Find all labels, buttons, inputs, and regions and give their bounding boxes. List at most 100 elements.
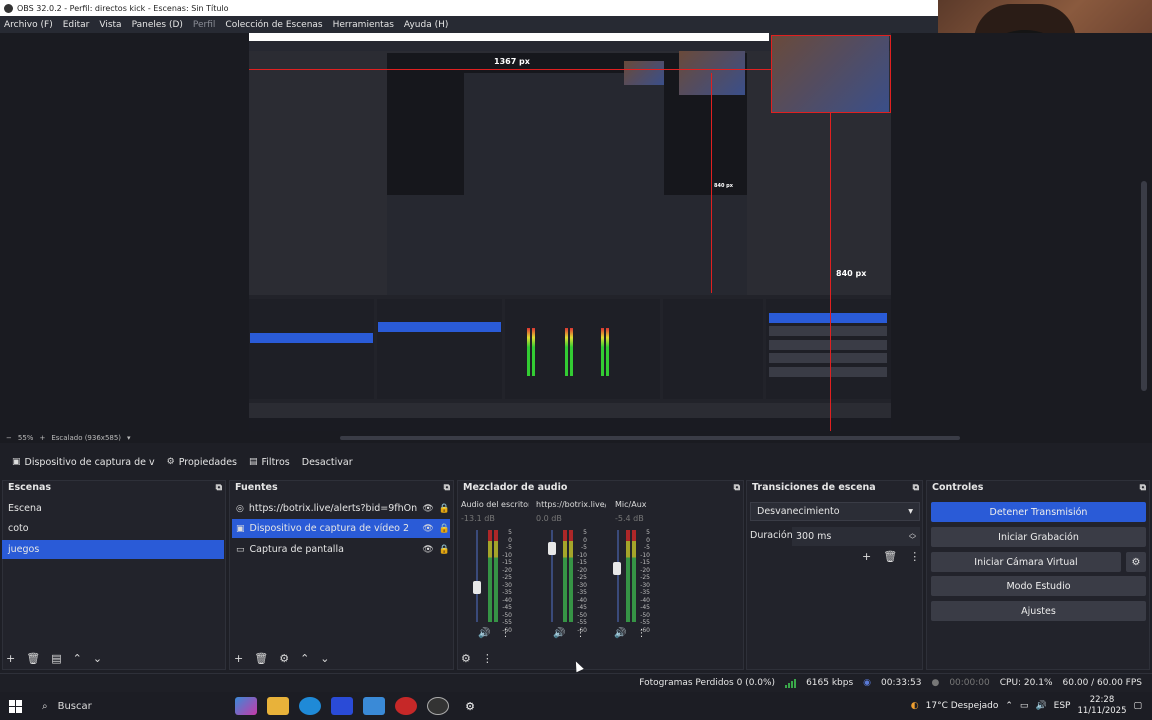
- menu-vista[interactable]: Vista: [99, 20, 121, 30]
- trash-icon[interactable]: 🗑: [883, 550, 897, 563]
- zoom-out-icon[interactable]: −: [6, 434, 12, 442]
- lock-icon[interactable]: 🔒: [439, 504, 450, 514]
- meter-scale: 5 0 -5 -10 -15 -20 -25 -30 -35 -40 -45 -50 -55 -60: [640, 529, 650, 634]
- settings-gear-icon[interactable]: ⚙: [459, 697, 481, 715]
- scene-item[interactable]: coto: [2, 519, 224, 538]
- source-item-selected[interactable]: ▣ Dispositivo de captura de vídeo 2 👁 🔒: [232, 519, 450, 538]
- sources-footer: + 🗑 ⚙ ⌃ ⌄: [234, 649, 330, 667]
- transition-select[interactable]: Desvanecimiento ▾: [750, 502, 920, 521]
- advanced-audio-icon[interactable]: ⚙: [461, 652, 471, 665]
- windows-start-icon[interactable]: [0, 692, 30, 720]
- eye-icon[interactable]: 👁: [422, 524, 433, 534]
- taskbar-search[interactable]: ⌕ Buscar: [30, 692, 230, 720]
- volume-track[interactable]: [617, 530, 619, 622]
- clock[interactable]: 22:28 11/11/2025: [1077, 695, 1126, 717]
- undock-icon[interactable]: ⧉: [1140, 483, 1146, 493]
- network-icon[interactable]: ▭: [1020, 701, 1029, 711]
- add-icon[interactable]: +: [234, 652, 243, 665]
- weather-icon: ◐: [910, 701, 919, 711]
- settings-button[interactable]: Ajustes: [931, 601, 1146, 621]
- move-down-icon[interactable]: ⌄: [320, 652, 329, 665]
- undock-icon[interactable]: ⧉: [913, 483, 919, 493]
- deactivate-button[interactable]: Desactivar: [296, 453, 359, 471]
- scene-item-selected[interactable]: juegos: [2, 540, 224, 559]
- menu-herramientas[interactable]: Herramientas: [333, 20, 394, 30]
- spinner-icon[interactable]: ︿ ﹀: [909, 529, 916, 544]
- move-down-icon[interactable]: ⌄: [93, 652, 102, 665]
- obs-icon[interactable]: [427, 697, 449, 715]
- menu-ayuda[interactable]: Ayuda (H): [404, 20, 448, 30]
- audio-meter: [569, 530, 573, 622]
- store-icon[interactable]: [331, 697, 353, 715]
- mixer-channel-controls: 🔊 ⋮: [478, 628, 510, 639]
- weather-text[interactable]: 17°C Despejado: [926, 701, 999, 711]
- preview-scrollbar-horizontal[interactable]: [340, 436, 960, 440]
- source-item[interactable]: ◎ https://botrix.live/alerts?bid=9fhOnOc…: [232, 499, 450, 518]
- more-icon[interactable]: ⋮: [575, 628, 585, 639]
- menu-paneles[interactable]: Paneles (D): [132, 20, 183, 30]
- copilot-icon[interactable]: [235, 697, 257, 715]
- opera-icon[interactable]: [395, 697, 417, 715]
- volume-slider-knob[interactable]: [548, 541, 556, 555]
- volume-slider-knob[interactable]: [613, 561, 621, 575]
- start-recording-button[interactable]: Iniciar Grabación: [931, 527, 1146, 547]
- start-virtual-camera-button[interactable]: Iniciar Cámara Virtual: [931, 552, 1121, 572]
- eye-icon[interactable]: 👁: [422, 504, 433, 514]
- speaker-icon[interactable]: 🔊: [553, 628, 565, 639]
- speaker-icon[interactable]: 🔊: [614, 628, 626, 639]
- move-up-icon[interactable]: ⌃: [73, 652, 82, 665]
- preview-canvas[interactable]: 1367 px 840 px 840 px: [249, 33, 891, 431]
- folder-icon[interactable]: [267, 697, 289, 715]
- add-icon[interactable]: +: [6, 652, 15, 665]
- more-icon[interactable]: ⋮: [500, 628, 510, 639]
- mixer-channel-name: Mic/Aux: [615, 500, 647, 509]
- preview-area[interactable]: 1367 px 840 px 840 px: [0, 33, 1152, 433]
- window-titlebar: OBS 32.0.2 - Perfil: directos kick - Esc…: [0, 0, 938, 16]
- properties-button[interactable]: ⚙ Propiedades: [161, 453, 243, 471]
- trash-icon[interactable]: 🗑: [26, 652, 40, 665]
- source-item[interactable]: ▭ Captura de pantalla 👁 🔒: [232, 540, 450, 559]
- language-indicator[interactable]: ESP: [1054, 701, 1071, 711]
- app-icon[interactable]: [363, 697, 385, 715]
- stop-stream-button[interactable]: Detener Transmisión: [931, 502, 1146, 522]
- undock-icon[interactable]: ⧉: [444, 483, 450, 493]
- volume-track[interactable]: [476, 530, 478, 622]
- menu-coleccion-escenas[interactable]: Colección de Escenas: [225, 20, 322, 30]
- undock-icon[interactable]: ⧉: [734, 483, 740, 493]
- mixer-channel-controls: 🔊 ⋮: [553, 628, 585, 639]
- more-icon[interactable]: ⋮: [482, 652, 493, 665]
- more-icon[interactable]: ⋮: [909, 550, 920, 563]
- move-up-icon[interactable]: ⌃: [300, 652, 309, 665]
- volume-icon[interactable]: 🔊: [1035, 701, 1046, 711]
- menu-editar[interactable]: Editar: [63, 20, 90, 30]
- volume-slider-knob[interactable]: [473, 581, 481, 595]
- preview-scrollbar-vertical[interactable]: [1141, 181, 1147, 391]
- selected-source: ▣ Dispositivo de captura de v: [6, 453, 161, 471]
- lock-icon[interactable]: 🔒: [439, 545, 450, 555]
- scene-item[interactable]: Escena: [2, 499, 224, 518]
- trash-icon[interactable]: 🗑: [254, 652, 268, 665]
- mixer-channel-db: -5.4 dB: [615, 514, 644, 523]
- filters-button[interactable]: ▤ Filtros: [243, 453, 296, 471]
- nested-thumbnail: [679, 51, 745, 95]
- menu-archivo[interactable]: Archivo (F): [4, 20, 53, 30]
- add-icon[interactable]: +: [862, 550, 871, 563]
- lock-icon[interactable]: 🔒: [439, 524, 450, 534]
- speaker-icon[interactable]: 🔊: [478, 628, 490, 639]
- menu-bar: Archivo (F) Editar Vista Paneles (D) Per…: [0, 16, 938, 33]
- menu-perfil[interactable]: Perfil: [193, 20, 216, 30]
- zoom-level[interactable]: 55%: [18, 434, 34, 442]
- gear-icon[interactable]: ⚙: [279, 652, 289, 665]
- eye-icon[interactable]: 👁: [422, 545, 433, 555]
- zoom-in-icon[interactable]: +: [39, 434, 45, 442]
- scale-dropdown-icon[interactable]: ▾: [127, 434, 131, 442]
- edge-icon[interactable]: [299, 697, 321, 715]
- studio-mode-button[interactable]: Modo Estudio: [931, 576, 1146, 596]
- notifications-icon[interactable]: ▢: [1133, 701, 1142, 711]
- more-icon[interactable]: ⋮: [636, 628, 646, 639]
- undock-icon[interactable]: ⧉: [216, 483, 222, 493]
- chevron-up-icon[interactable]: ⌃: [1005, 701, 1013, 711]
- filter-icon[interactable]: ▤: [51, 652, 61, 665]
- duration-input[interactable]: 300 ms ︿ ﹀: [792, 527, 920, 546]
- virtual-camera-settings-icon[interactable]: ⚙: [1126, 552, 1146, 572]
